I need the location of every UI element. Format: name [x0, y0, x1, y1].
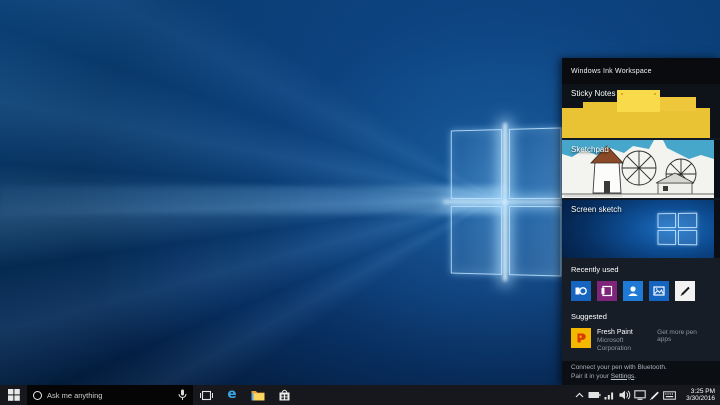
battery-tray-button[interactable]	[587, 385, 602, 405]
display-tray-button[interactable]	[632, 385, 647, 405]
footer-line2: Pair it in your	[571, 373, 611, 380]
windows-start-icon	[8, 389, 20, 401]
touch-keyboard-button[interactable]	[662, 385, 677, 405]
edge-button[interactable]: e	[219, 385, 245, 405]
battery-icon	[588, 391, 601, 399]
volume-tray-button[interactable]	[617, 385, 632, 405]
taskbar: Ask me anything e	[0, 385, 720, 405]
pen-pairing-footer: Connect your pen with Bluetooth. Pair it…	[562, 361, 720, 385]
microphone-icon[interactable]	[178, 389, 187, 401]
network-signal-icon	[604, 391, 615, 400]
chevron-up-icon	[575, 392, 584, 398]
suggested-app-name: Fresh Paint	[597, 328, 657, 337]
people-app-icon[interactable]	[623, 281, 643, 301]
task-view-icon	[200, 390, 213, 401]
sketchpad-tile[interactable]: Sketchpad	[562, 140, 720, 198]
suggested-app-publisher: Microsoft Corporation	[597, 337, 657, 353]
cortana-search-box[interactable]: Ask me anything	[27, 385, 193, 405]
suggested-label: Suggested	[571, 312, 711, 321]
desktop: Windows Ink Workspace Sticky Notes	[0, 0, 720, 405]
pen-icon	[649, 390, 660, 401]
mini-windows-logo	[658, 213, 698, 246]
photos-app-icon[interactable]	[649, 281, 669, 301]
panel-lists: Recently used Suggested	[562, 258, 720, 361]
windows-ink-workspace-panel: Windows Ink Workspace Sticky Notes	[562, 58, 720, 385]
pen-app-icon[interactable]	[675, 281, 695, 301]
screen-sketch-tile[interactable]: Screen sketch	[562, 200, 720, 258]
footer-line1: Connect your pen with Bluetooth.	[571, 364, 711, 373]
wallpaper-light-core	[0, 186, 505, 214]
keyboard-icon	[663, 391, 676, 400]
file-explorer-button[interactable]	[245, 385, 271, 405]
sketchpad-label: Sketchpad	[571, 145, 609, 154]
cortana-icon	[33, 391, 42, 400]
start-button[interactable]	[0, 385, 27, 405]
sticky-notes-label: Sticky Notes	[571, 89, 615, 98]
monitor-icon	[634, 390, 646, 400]
clock-date: 3/30/2016	[679, 395, 715, 403]
sticky-notes-tile[interactable]: Sticky Notes	[562, 84, 720, 138]
suggested-app-row[interactable]: Fresh Paint Microsoft Corporation Get mo…	[571, 328, 711, 353]
network-tray-button[interactable]	[602, 385, 617, 405]
outlook-app-icon[interactable]	[571, 281, 591, 301]
screen-sketch-label: Screen sketch	[571, 205, 622, 214]
task-view-button[interactable]	[193, 385, 219, 405]
taskbar-clock[interactable]: 3:25 PM 3/30/2016	[679, 388, 715, 403]
store-button[interactable]	[271, 385, 297, 405]
windows-logo-wallpaper	[451, 127, 562, 276]
onenote-app-icon[interactable]	[597, 281, 617, 301]
windows-ink-workspace-button[interactable]	[647, 385, 662, 405]
speaker-icon	[619, 390, 631, 400]
search-input[interactable]: Ask me anything	[47, 391, 173, 400]
edge-icon: e	[227, 388, 236, 402]
sticky-notes-preview	[562, 108, 710, 138]
recently-used-label: Recently used	[571, 265, 711, 274]
get-more-pen-apps-link[interactable]: Get more pen apps	[657, 328, 711, 343]
settings-link[interactable]: Settings	[611, 373, 635, 380]
file-explorer-icon	[251, 390, 265, 401]
panel-title: Windows Ink Workspace	[562, 58, 720, 84]
show-hidden-icons-button[interactable]	[572, 385, 587, 405]
recently-used-apps	[571, 281, 711, 301]
clock-time: 3:25 PM	[679, 388, 715, 396]
store-icon	[278, 389, 291, 401]
fresh-paint-app-icon	[571, 328, 591, 348]
